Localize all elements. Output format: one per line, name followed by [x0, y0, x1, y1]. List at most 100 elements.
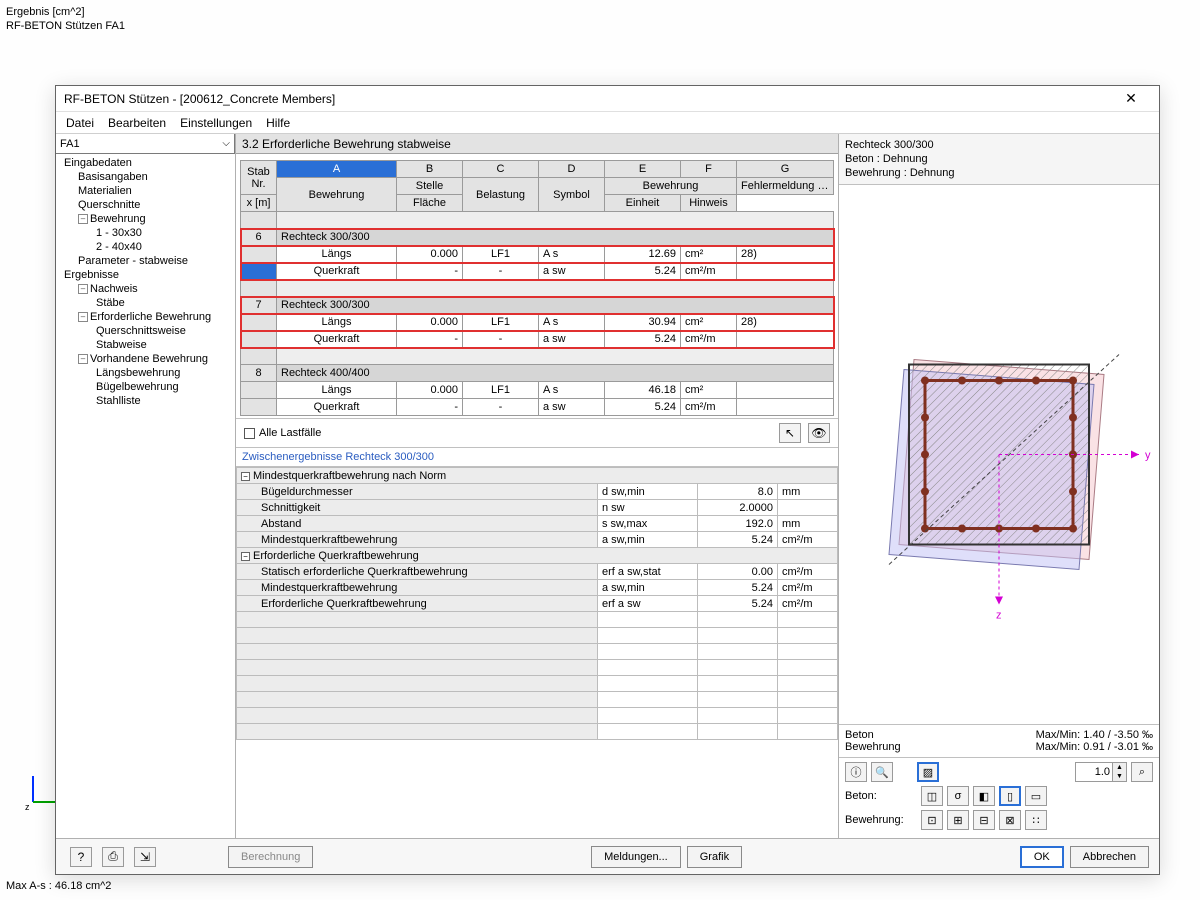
info-icon[interactable]: ⓘ [845, 762, 867, 782]
table-row[interactable]: Längs0.000LF1A s30.94cm²28) [241, 314, 834, 331]
tree-bewehrung-2[interactable]: 2 - 40x40 [56, 240, 235, 254]
bew-opt3[interactable]: ⊟ [973, 810, 995, 830]
row-bew-label: Bewehrung: [845, 814, 917, 826]
beton-opt3[interactable]: ◧ [973, 786, 995, 806]
beton-opt2[interactable]: σ [947, 786, 969, 806]
collapse-icon[interactable]: – [78, 214, 88, 224]
bg-module-label: RF-BETON Stützen FA1 [6, 20, 125, 32]
tree-buegelbewehrung[interactable]: Bügelbewehrung [56, 380, 235, 394]
prop-row[interactable]: Statisch erforderliche Querkraftbewehrun… [237, 564, 838, 580]
tree-bewehrung[interactable]: –Bewehrung [56, 212, 235, 226]
group-header-row[interactable]: 8Rechteck 400/400 [241, 365, 834, 382]
spin-up-icon[interactable]: ▲ [1113, 763, 1126, 772]
beton-opt4[interactable]: ▯ [999, 786, 1021, 806]
col-letter-E[interactable]: E [605, 161, 681, 178]
meldungen-button[interactable]: Meldungen... [591, 846, 681, 868]
prop-row[interactable]: Erforderliche Querkraftbewehrungerf a sw… [237, 596, 838, 612]
tree-materialien[interactable]: Materialien [56, 184, 235, 198]
collapse-icon[interactable]: – [78, 284, 88, 294]
scale-spinner[interactable]: ▲▼ [1075, 762, 1127, 782]
prop-row[interactable]: Schnittigkeitn sw2.0000 [237, 500, 838, 516]
bew-opt4[interactable]: ⊠ [999, 810, 1021, 830]
info-beton-label: Beton [845, 729, 874, 741]
info-bew-label: Bewehrung [845, 741, 901, 753]
scale-input[interactable] [1076, 766, 1112, 778]
tree-querschnitte[interactable]: Querschnitte [56, 198, 235, 212]
hatch-icon[interactable]: ▨ [917, 762, 939, 782]
zoom-icon[interactable]: 🔍 [871, 762, 893, 782]
table-row[interactable]: Längs0.000LF1A s46.18cm² [241, 382, 834, 399]
table-row[interactable]: Querkraft--a sw5.24cm²/m [241, 263, 834, 280]
tree-eingabedaten[interactable]: Eingabedaten [56, 156, 235, 170]
preview-line3: Bewehrung : Dehnung [845, 166, 1153, 180]
prop-row[interactable]: Bügeldurchmesserd sw,min8.0mm [237, 484, 838, 500]
table-row[interactable]: Querkraft--a sw5.24cm²/m [241, 399, 834, 416]
menu-datei[interactable]: Datei [66, 116, 94, 130]
tree-vorh-bewehrung[interactable]: –Vorhandene Bewehrung [56, 352, 235, 366]
spin-down-icon[interactable]: ▼ [1113, 772, 1126, 781]
ok-button[interactable]: OK [1020, 846, 1064, 868]
cross-section-view[interactable]: y z [839, 185, 1159, 724]
tree-parameter[interactable]: Parameter - stabweise [56, 254, 235, 268]
close-icon[interactable]: ✕ [1111, 90, 1151, 107]
col-letter-D[interactable]: D [539, 161, 605, 178]
all-loadcases-label: Alle Lastfälle [259, 427, 321, 439]
prop-row[interactable]: Abstands sw,max192.0mm [237, 516, 838, 532]
tree-stabweise[interactable]: Stabweise [56, 338, 235, 352]
nav-tree: Eingabedaten Basisangaben Materialien Qu… [56, 154, 235, 838]
eye-icon[interactable]: 👁 [808, 423, 830, 443]
col-bewehrung: Bewehrung [277, 178, 397, 212]
prop-group[interactable]: −Erforderliche Querkraftbewehrung [237, 548, 838, 564]
tree-laengsbewehrung[interactable]: Längsbewehrung [56, 366, 235, 380]
magnify-icon[interactable]: ⌕ [1131, 762, 1153, 782]
section-title: 3.2 Erforderliche Bewehrung stabweise [236, 134, 838, 154]
preview-line2: Beton : Dehnung [845, 152, 1153, 166]
prop-row[interactable]: Mindestquerkraftbewehrunga sw,min5.24cm²… [237, 580, 838, 596]
tree-basisangaben[interactable]: Basisangaben [56, 170, 235, 184]
help-icon[interactable]: ? [70, 847, 92, 867]
berechnung-button[interactable]: Berechnung [228, 846, 313, 868]
tree-stahlliste[interactable]: Stahlliste [56, 394, 235, 408]
col-letter-A[interactable]: A [277, 161, 397, 178]
bew-opt1[interactable]: ⊡ [921, 810, 943, 830]
col-letter-B[interactable]: B [397, 161, 463, 178]
tree-bewehrung-1[interactable]: 1 - 30x30 [56, 226, 235, 240]
collapse-icon[interactable]: – [78, 354, 88, 364]
tree-querschnittsweise[interactable]: Querschnittsweise [56, 324, 235, 338]
table-row[interactable]: Längs0.000LF1A s12.69cm²28) [241, 246, 834, 263]
table-row[interactable]: Querkraft--a sw5.24cm²/m [241, 331, 834, 348]
menu-bearbeiten[interactable]: Bearbeiten [108, 116, 166, 130]
col-letter-F[interactable]: F [681, 161, 737, 178]
case-combo[interactable]: FA1 [56, 134, 235, 154]
col-bewehrung2: Bewehrung [605, 178, 737, 195]
col-letter-G[interactable]: G [737, 161, 834, 178]
export-icon[interactable]: ⎙ [102, 847, 124, 867]
all-loadcases-row: Alle Lastfälle ↖ 👁 [236, 418, 838, 448]
group-header-row[interactable]: 7Rechteck 300/300 [241, 297, 834, 314]
menu-hilfe[interactable]: Hilfe [266, 116, 290, 130]
titlebar[interactable]: RF-BETON Stützen - [200612_Concrete Memb… [56, 86, 1159, 112]
results-grid[interactable]: StabNr. A B C D E F G Bewehrung S [240, 160, 834, 416]
col-letter-C[interactable]: C [463, 161, 539, 178]
collapse-icon[interactable]: – [78, 312, 88, 322]
tree-nachweis[interactable]: –Nachweis [56, 282, 235, 296]
menu-einstellungen[interactable]: Einstellungen [180, 116, 252, 130]
prop-row[interactable]: Mindestquerkraftbewehrunga sw,min5.24cm²… [237, 532, 838, 548]
grafik-button[interactable]: Grafik [687, 846, 742, 868]
bew-opt2[interactable]: ⊞ [947, 810, 969, 830]
beton-opt5[interactable]: ▭ [1025, 786, 1047, 806]
abbrechen-button[interactable]: Abbrechen [1070, 846, 1149, 868]
tree-staebe[interactable]: Stäbe [56, 296, 235, 310]
all-loadcases-checkbox[interactable]: Alle Lastfälle [244, 427, 321, 439]
props-grid[interactable]: −Mindestquerkraftbewehrung nach NormBüge… [236, 467, 838, 740]
group-header-row[interactable]: 6Rechteck 300/300 [241, 229, 834, 246]
tree-erf-bewehrung[interactable]: –Erforderliche Bewehrung [56, 310, 235, 324]
prop-group[interactable]: −Mindestquerkraftbewehrung nach Norm [237, 468, 838, 484]
info-bew-value: Max/Min: 0.91 / -3.01 ‰ [1036, 741, 1153, 753]
export2-icon[interactable]: ⇲ [134, 847, 156, 867]
pick-icon[interactable]: ↖ [779, 423, 801, 443]
col-stab-nr: StabNr. [241, 161, 277, 195]
bew-opt5[interactable]: ∷ [1025, 810, 1047, 830]
beton-opt1[interactable]: ◫ [921, 786, 943, 806]
tree-ergebnisse[interactable]: Ergebnisse [56, 268, 235, 282]
